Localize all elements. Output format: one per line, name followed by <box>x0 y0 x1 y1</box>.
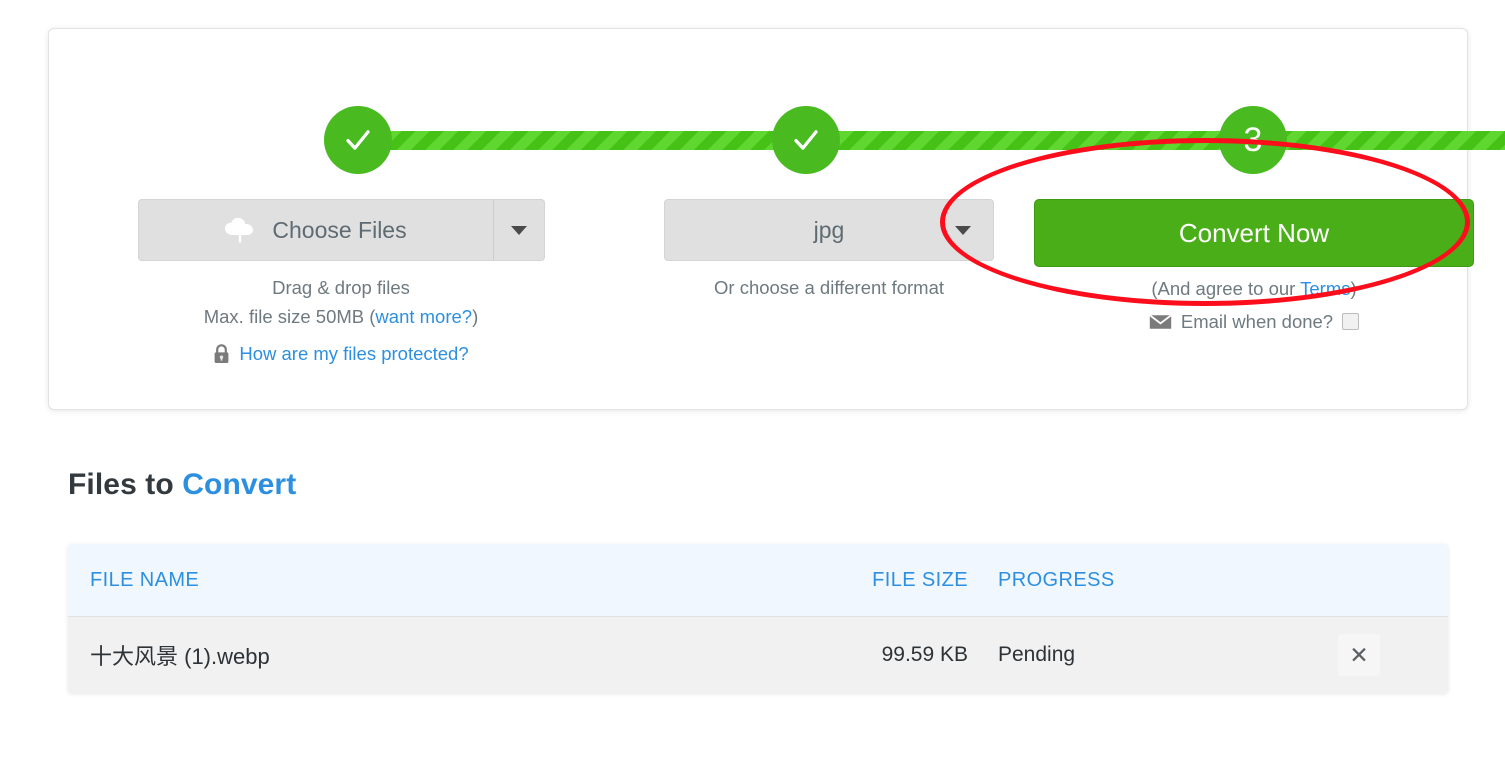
files-table-header: FILE NAME FILE SIZE PROGRESS <box>68 544 1448 616</box>
drag-drop-hint: Drag & drop files Max. file size 50MB (w… <box>101 274 581 331</box>
email-when-done-checkbox[interactable] <box>1342 313 1360 331</box>
files-table: FILE NAME FILE SIZE PROGRESS 十大风景 (1).we… <box>68 544 1448 693</box>
cell-file-name: 十大风景 (1).webp <box>68 639 838 671</box>
convert-now-button[interactable]: Convert Now <box>1034 199 1474 267</box>
close-icon[interactable]: ✕ <box>1338 634 1380 676</box>
column-header-progress: PROGRESS <box>998 568 1115 591</box>
output-format-value: jpg <box>813 216 845 243</box>
page-title-prefix: Files to <box>68 468 183 501</box>
email-when-done-row[interactable]: Email when done? <box>1034 311 1474 333</box>
cell-file-size: 99.59 KB <box>881 643 968 666</box>
check-icon <box>794 130 818 150</box>
email-when-done-label: Email when done? <box>1180 310 1334 332</box>
file-name-text: 十大风景 (1).webp <box>90 644 270 669</box>
convert-now-label: Convert Now <box>1178 217 1330 248</box>
format-button-group: jpg <box>589 199 1069 261</box>
envelope-icon <box>1149 314 1172 329</box>
terms-link[interactable]: Terms <box>1300 278 1350 299</box>
terms-agreement-text: (And agree to our Terms) <box>1034 275 1474 304</box>
step-number-label: 3 <box>1243 121 1263 159</box>
step-indicator-1 <box>324 106 392 174</box>
choose-files-dropdown-button[interactable] <box>492 199 545 261</box>
cell-actions: ✕ <box>1298 634 1448 676</box>
max-file-size-suffix: ) <box>472 305 479 327</box>
progress-bar-fill <box>359 131 1505 150</box>
max-file-size-text: Max. file size 50MB ( <box>203 305 376 327</box>
choose-files-button[interactable]: Choose Files <box>137 199 493 261</box>
want-more-link[interactable]: want more? <box>375 306 472 327</box>
choose-files-button-group: Choose Files <box>101 199 581 261</box>
format-column: jpg Or choose a different format <box>589 199 1069 303</box>
convert-button-group: Convert Now <box>1034 199 1474 267</box>
table-row: 十大风景 (1).webp 99.59 KB Pending ✕ <box>68 616 1448 693</box>
files-protected-row[interactable]: How are my files protected? <box>101 343 581 365</box>
step-indicator-2 <box>772 106 840 174</box>
upload-column: Choose Files Drag & drop files Max. file… <box>101 199 581 365</box>
terms-prefix: (And agree to our <box>1151 278 1301 299</box>
convert-column: Convert Now (And agree to our Terms) Ema… <box>1034 199 1474 333</box>
page-title-accent: Convert <box>182 468 297 501</box>
lock-icon <box>214 344 229 364</box>
terms-suffix: ) <box>1350 278 1357 299</box>
chevron-down-icon <box>510 225 527 235</box>
column-header-file-size: FILE SIZE <box>872 568 968 591</box>
cell-progress-status: Pending <box>998 643 1076 666</box>
output-format-select[interactable]: jpg <box>664 199 994 261</box>
how-protected-link[interactable]: How are my files protected? <box>239 343 468 365</box>
chevron-down-icon <box>955 226 971 235</box>
cloud-upload-icon <box>225 217 254 243</box>
max-file-size-line: Max. file size 50MB (want more?) <box>101 303 581 332</box>
format-hint: Or choose a different format <box>714 277 944 298</box>
check-icon <box>346 130 370 150</box>
column-header-file-name: FILE NAME <box>90 568 200 591</box>
converter-card: 3 Choose Files Drag & drop files Max. fi… <box>48 28 1505 410</box>
drag-drop-line: Drag & drop files <box>272 277 410 298</box>
choose-files-label: Choose Files <box>272 216 407 243</box>
page-title: Files to Convert <box>68 468 296 502</box>
step-indicator-3: 3 <box>1219 106 1287 174</box>
step-progress-rail: 3 <box>304 106 1505 174</box>
